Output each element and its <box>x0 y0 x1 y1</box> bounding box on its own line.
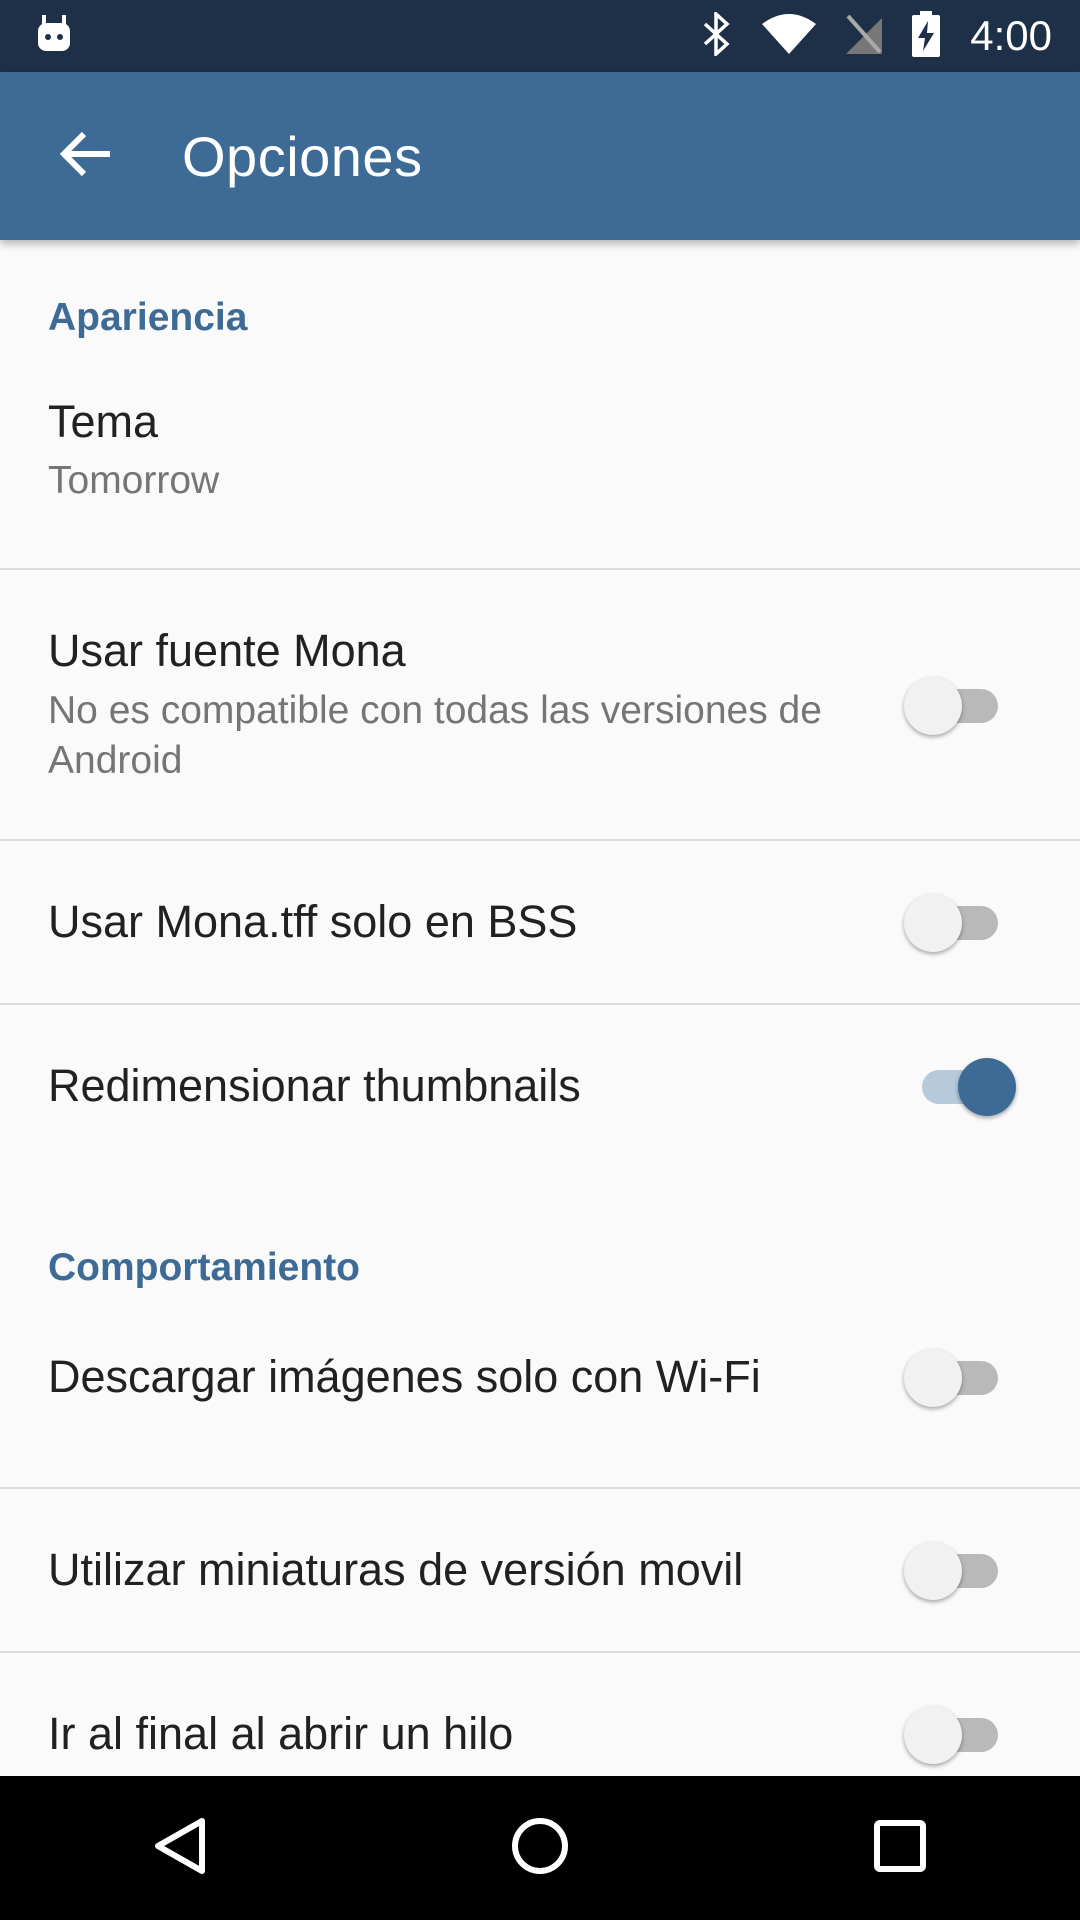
page-title: Opciones <box>182 124 423 188</box>
switch-thumb <box>958 1058 1016 1116</box>
app-bar: Opciones <box>0 72 1080 240</box>
setting-title: Usar fuente Mona <box>48 625 406 677</box>
arrow-back-icon <box>59 131 112 182</box>
status-bar: 4:00 <box>0 0 1080 72</box>
switch-thumb <box>904 1542 962 1600</box>
recents-square-icon <box>873 1819 927 1878</box>
resize-thumbnails-switch[interactable] <box>900 1050 1020 1122</box>
nav-recents-button[interactable] <box>840 1788 960 1908</box>
nav-back-button[interactable] <box>120 1788 240 1908</box>
mona-font-switch[interactable] <box>900 669 1020 741</box>
setting-wifi-images[interactable]: Descargar imágenes solo con Wi-Fi <box>0 1327 1080 1487</box>
switch-thumb <box>904 1706 962 1764</box>
setting-mobile-thumbnails[interactable]: Utilizar miniaturas de versión movil <box>0 1489 1080 1651</box>
back-triangle-icon <box>152 1816 208 1881</box>
home-circle-icon <box>510 1816 570 1881</box>
status-time: 4:00 <box>970 12 1052 59</box>
setting-summary: No es compatible con todas las versiones… <box>48 688 822 782</box>
settings-list: Apariencia Tema Tomorrow Usar fuente Mon… <box>0 240 1080 1776</box>
mobile-thumbnails-switch[interactable] <box>900 1534 1020 1606</box>
nav-home-button[interactable] <box>480 1788 600 1908</box>
section-header-appearance: Apariencia <box>48 296 248 339</box>
switch-thumb <box>904 1349 962 1407</box>
no-sim-icon <box>846 14 883 59</box>
setting-mona-bss[interactable]: Usar Mona.tff solo en BSS <box>0 841 1080 1003</box>
wifi-images-switch[interactable] <box>900 1341 1020 1413</box>
back-button[interactable] <box>38 108 134 204</box>
setting-theme[interactable]: Tema Tomorrow <box>0 396 1080 568</box>
setting-go-to-end[interactable]: Ir al final al abrir un hilo <box>0 1653 1080 1776</box>
wifi-icon <box>762 13 817 59</box>
switch-thumb <box>904 676 962 735</box>
setting-title: Tema <box>48 396 159 447</box>
android-icon <box>36 14 72 58</box>
setting-title: Redimensionar thumbnails <box>48 1059 581 1111</box>
mona-bss-switch[interactable] <box>900 886 1020 958</box>
section-header-behavior: Comportamiento <box>48 1246 360 1289</box>
setting-summary: Tomorrow <box>48 459 220 503</box>
battery-charging-icon <box>912 10 941 62</box>
navigation-bar <box>0 1776 1080 1920</box>
setting-title: Ir al final al abrir un hilo <box>48 1707 514 1759</box>
setting-title: Usar Mona.tff solo en BSS <box>48 895 578 947</box>
setting-resize-thumbnails[interactable]: Redimensionar thumbnails <box>0 1005 1080 1167</box>
setting-title: Descargar imágenes solo con Wi-Fi <box>48 1351 761 1402</box>
switch-thumb <box>904 894 962 952</box>
setting-title: Utilizar miniaturas de versión movil <box>48 1543 744 1595</box>
go-to-end-switch[interactable] <box>900 1698 1020 1770</box>
bluetooth-icon <box>702 9 732 61</box>
setting-mona-font[interactable]: Usar fuente Mona No es compatible con to… <box>0 570 1080 839</box>
